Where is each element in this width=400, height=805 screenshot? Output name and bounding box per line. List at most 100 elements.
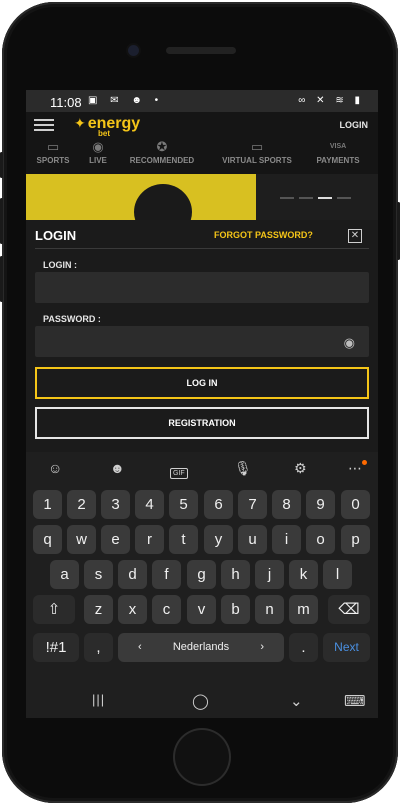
nav-label: LIVE — [89, 156, 107, 165]
nav-label: SPORTS — [36, 156, 70, 165]
payments-icon: VISA — [329, 143, 347, 150]
nav-label: RECOMMENDED — [129, 156, 195, 165]
emoji-icon[interactable]: ☺ — [48, 460, 62, 476]
mute-switch — [0, 152, 3, 178]
energybet-logo[interactable]: ✦ energy bet — [74, 115, 141, 138]
home-icon[interactable]: ◯ — [192, 692, 209, 710]
login-panel-title: LOGIN — [35, 228, 77, 243]
key-z[interactable]: z — [84, 595, 113, 624]
banner-dot[interactable] — [280, 197, 294, 199]
more-icon[interactable]: ⋯ — [348, 460, 362, 477]
key-g[interactable]: g — [187, 560, 216, 589]
key-f[interactable]: f — [152, 560, 181, 589]
period-key[interactable]: . — [289, 633, 318, 662]
gif-label: GIF — [170, 468, 188, 479]
login-panel: LOGIN FORGOT PASSWORD? ✕ LOGIN : PASSWOR… — [26, 220, 378, 452]
login-field-label: LOGIN : — [43, 260, 77, 270]
logo-sub-text: bet — [98, 129, 110, 138]
key-t[interactable]: t — [169, 525, 198, 554]
back-chevron-icon[interactable]: ⌄ — [290, 692, 303, 710]
banner-dot[interactable] — [299, 197, 313, 199]
screen: 11:08 ▣ ✉ ☻ • ∞ ✕ ≋ ▮ ✦ energy bet LOGIN … — [26, 90, 378, 718]
comma-key[interactable]: , — [84, 633, 113, 662]
key-1[interactable]: 1 — [33, 490, 62, 519]
volume-down-button — [0, 256, 3, 302]
sticker-icon[interactable]: ☻ — [110, 460, 125, 476]
banner-dot[interactable] — [337, 197, 351, 199]
key-w[interactable]: w — [67, 525, 96, 554]
header-login-link[interactable]: LOGIN — [340, 120, 369, 130]
backspace-key[interactable]: ⌫ — [328, 595, 370, 624]
live-icon: ◉ — [92, 139, 104, 154]
key-9[interactable]: 9 — [306, 490, 335, 519]
key-7[interactable]: 7 — [238, 490, 267, 519]
key-i[interactable]: i — [272, 525, 301, 554]
banner-person-image — [134, 184, 192, 220]
next-key[interactable]: Next — [323, 633, 370, 662]
key-4[interactable]: 4 — [135, 490, 164, 519]
volume-up-button — [0, 198, 3, 244]
login-input[interactable] — [35, 272, 369, 303]
password-input[interactable]: ◉ — [35, 326, 369, 357]
nav-item-live[interactable]: ◉ LIVE — [84, 138, 112, 165]
key-l[interactable]: l — [323, 560, 352, 589]
microphone-icon[interactable]: 🎙 — [234, 460, 252, 477]
eye-icon[interactable]: ◉ — [344, 335, 355, 351]
front-camera — [128, 45, 139, 56]
shift-key[interactable]: ⇧ — [33, 595, 75, 624]
close-icon[interactable]: ✕ — [348, 229, 362, 243]
log-in-button[interactable]: LOG IN — [35, 367, 369, 399]
recents-icon[interactable]: ||| — [92, 692, 105, 707]
key-b[interactable]: b — [221, 595, 250, 624]
key-s[interactable]: s — [84, 560, 113, 589]
key-c[interactable]: c — [152, 595, 181, 624]
menu-icon[interactable] — [34, 119, 54, 131]
symbols-key[interactable]: !#1 — [33, 633, 79, 662]
forgot-password-link[interactable]: FORGOT PASSWORD? — [214, 230, 313, 240]
nav-item-sports[interactable]: ▭ SPORTS — [34, 138, 72, 165]
key-n[interactable]: n — [255, 595, 284, 624]
settings-gear-icon[interactable]: ⚙ — [294, 460, 307, 477]
nav-item-recommended[interactable]: ✪ RECOMMENDED — [122, 138, 202, 165]
notification-dot — [362, 460, 367, 465]
gif-icon[interactable]: GIF — [170, 462, 188, 479]
key-0[interactable]: 0 — [341, 490, 370, 519]
banner-dot-active[interactable] — [318, 197, 332, 199]
system-navigation-bar: ||| ◯ ⌄ ⌨ — [26, 684, 378, 718]
key-y[interactable]: y — [204, 525, 233, 554]
key-r[interactable]: r — [135, 525, 164, 554]
key-q[interactable]: q — [33, 525, 62, 554]
home-button[interactable] — [173, 728, 231, 786]
space-key[interactable]: ‹ Nederlands › — [118, 633, 284, 662]
phone-frame: 11:08 ▣ ✉ ☻ • ∞ ✕ ≋ ▮ ✦ energy bet LOGIN … — [0, 2, 400, 803]
nav-item-virtual-sports[interactable]: ▭ VIRTUAL SPORTS — [214, 138, 300, 165]
key-2[interactable]: 2 — [67, 490, 96, 519]
registration-button[interactable]: REGISTRATION — [35, 407, 369, 439]
key-j[interactable]: j — [255, 560, 284, 589]
nav-item-payments[interactable]: VISA PAYMENTS — [310, 138, 366, 165]
promo-banner[interactable] — [26, 174, 378, 220]
keyboard-icon[interactable]: ⌨ — [344, 692, 366, 710]
key-d[interactable]: d — [118, 560, 147, 589]
key-h[interactable]: h — [221, 560, 250, 589]
key-v[interactable]: v — [187, 595, 216, 624]
sports-icon: ▭ — [46, 139, 60, 154]
logo-brand-text: energy — [87, 115, 141, 132]
key-p[interactable]: p — [341, 525, 370, 554]
key-8[interactable]: 8 — [272, 490, 301, 519]
key-u[interactable]: u — [238, 525, 267, 554]
key-o[interactable]: o — [306, 525, 335, 554]
space-label: Nederlands — [172, 641, 230, 653]
key-x[interactable]: x — [118, 595, 147, 624]
earpiece-speaker — [166, 47, 236, 54]
key-e[interactable]: e — [101, 525, 130, 554]
key-a[interactable]: a — [50, 560, 79, 589]
divider — [35, 248, 369, 249]
key-3[interactable]: 3 — [101, 490, 130, 519]
key-m[interactable]: m — [289, 595, 318, 624]
virtual-sports-icon: ▭ — [250, 139, 264, 154]
key-k[interactable]: k — [289, 560, 318, 589]
key-5[interactable]: 5 — [169, 490, 198, 519]
key-6[interactable]: 6 — [204, 490, 233, 519]
status-bar: 11:08 ▣ ✉ ☻ • ∞ ✕ ≋ ▮ — [26, 90, 378, 112]
